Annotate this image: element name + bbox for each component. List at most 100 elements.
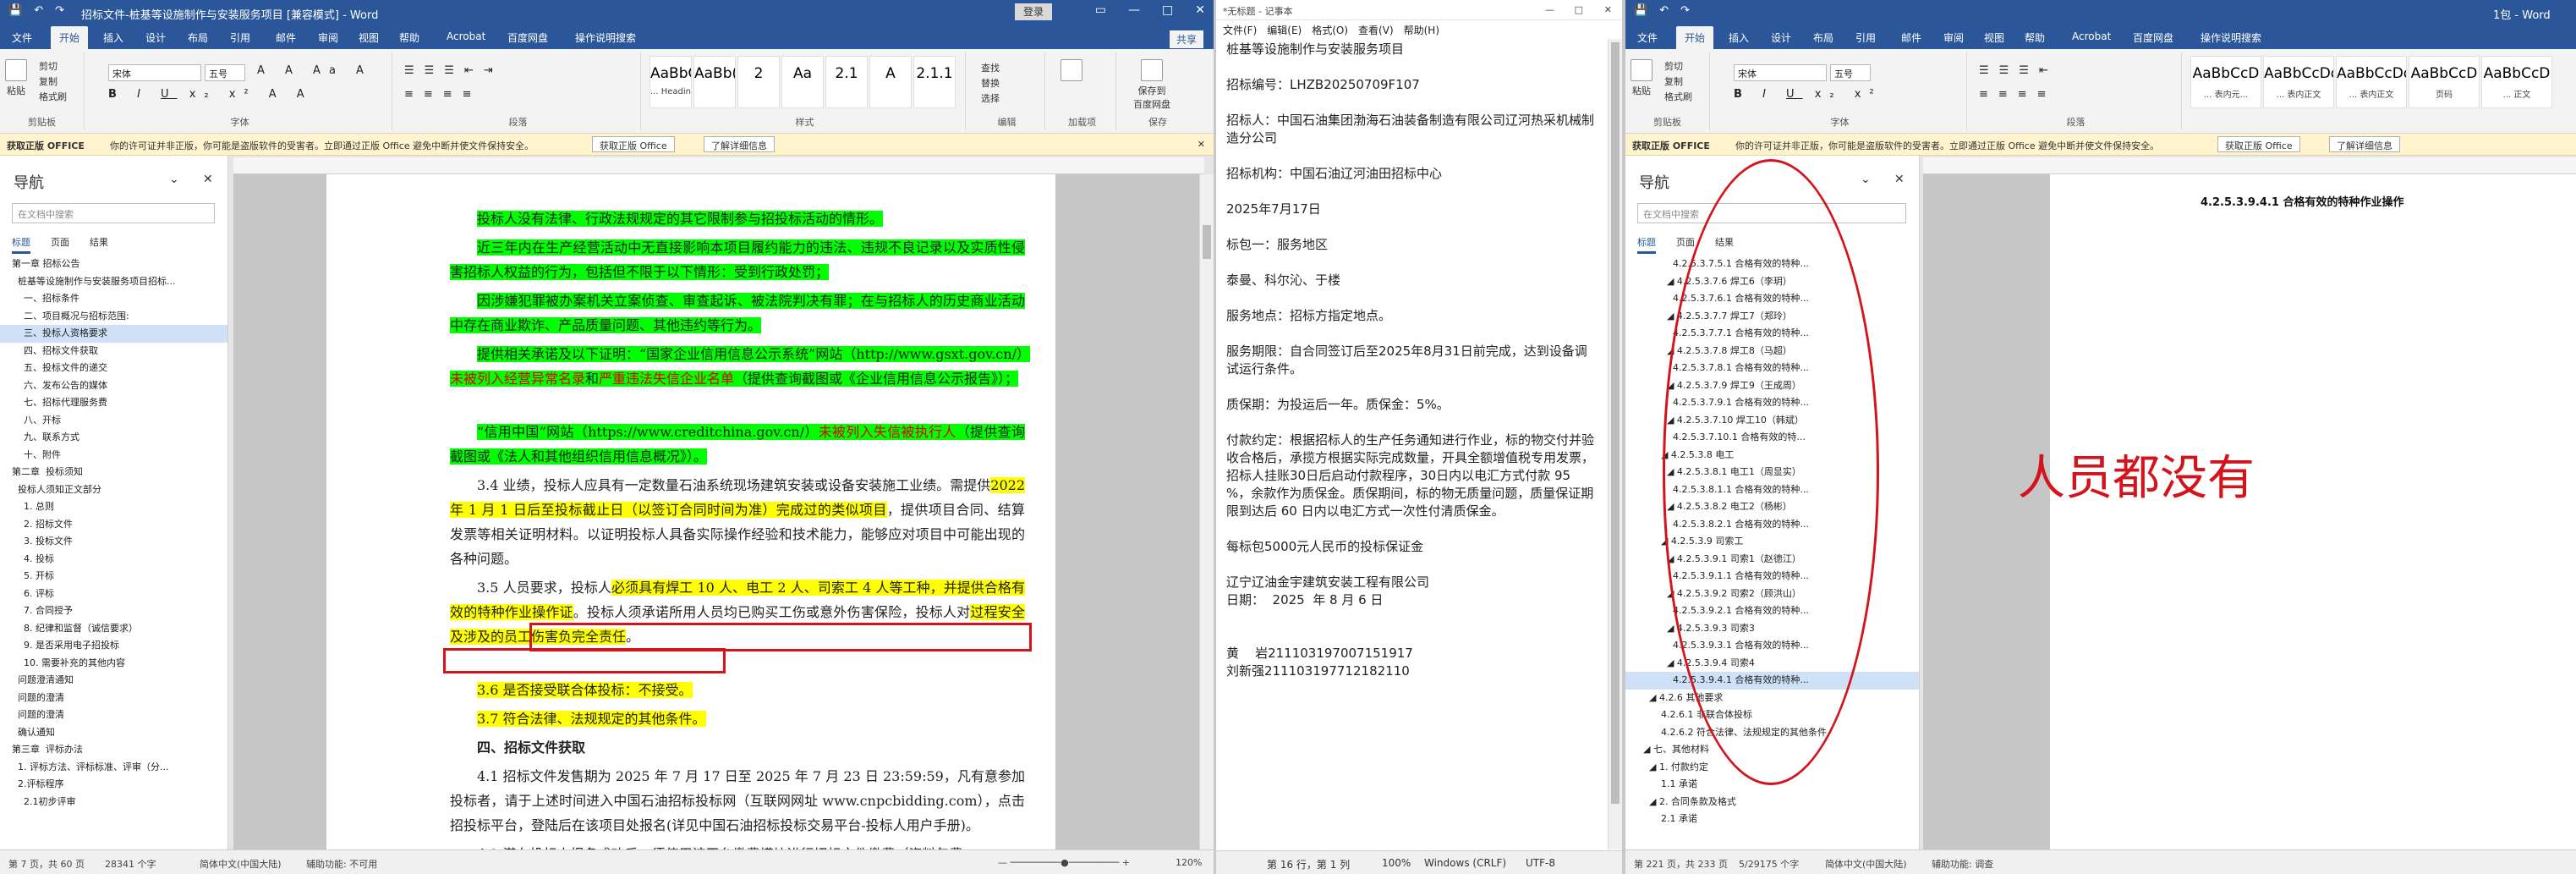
nav-item[interactable]: 第三章 评标办法 (0, 741, 227, 759)
nav-tab-0[interactable]: 标题 (12, 235, 30, 254)
cut-button[interactable]: 剪切 (1664, 59, 1683, 73)
tab-2[interactable]: 插入 (103, 30, 123, 45)
nav-search-input[interactable]: 在文档中搜索 (12, 203, 215, 223)
nav-item[interactable]: 2. 招标文件 (0, 516, 227, 534)
tab-3[interactable]: 设计 (1771, 30, 1791, 45)
tab-9[interactable]: 帮助 (399, 30, 419, 45)
nav-item[interactable]: 一、招标条件 (0, 290, 227, 308)
nav-item[interactable]: 5. 开标 (0, 568, 227, 585)
nav-item[interactable]: 十、附件 (0, 447, 227, 464)
list-buttons[interactable]: ☰☰☰⇤ (1979, 64, 2058, 77)
save-to-baidu-button[interactable]: 保存到 百度网盘 (1133, 59, 1170, 111)
get-genuine-office-button[interactable]: 获取正版 Office (2217, 136, 2300, 152)
nav-item[interactable]: 2.1 承诺 (1625, 811, 1919, 828)
menu-item[interactable]: 查看(V) (1358, 23, 1394, 36)
select-button[interactable]: 选择 (981, 91, 1000, 105)
get-genuine-office-button[interactable]: 获取正版 Office (592, 136, 675, 152)
nav-item[interactable]: 问题的澄清 (0, 706, 227, 724)
nav-item[interactable]: 二、项目概况与招标范围: (0, 308, 227, 326)
maximize-icon[interactable]: □ (1575, 4, 1583, 15)
nav-item[interactable]: 问题澄清通知 (0, 672, 227, 690)
tab-8[interactable]: 视图 (359, 30, 379, 45)
nav-item[interactable]: 2.1初步评审 (0, 794, 227, 811)
nav-tab-1[interactable]: 页面 (1676, 235, 1695, 254)
redo-icon[interactable]: ↷ (1680, 4, 1690, 17)
nav-item[interactable]: 六、发布公告的媒体 (0, 377, 227, 395)
vertical-scrollbar[interactable] (1199, 174, 1214, 849)
font-style-buttons[interactable]: B I U x₂ x² (1734, 88, 1883, 101)
nav-item[interactable]: 7. 合同授予 (0, 602, 227, 620)
learn-more-button[interactable]: 了解详细信息 (2329, 136, 2400, 152)
font-name-combo[interactable]: 宋体 (108, 64, 201, 81)
nav-tab-1[interactable]: 页面 (51, 235, 69, 254)
nav-tab-0[interactable]: 标题 (1637, 235, 1656, 254)
close-icon[interactable]: ✕ (1195, 3, 1205, 17)
style-1[interactable]: AaBbCcDdl ... 表内正文 (2263, 56, 2334, 108)
tab-3[interactable]: 设计 (145, 30, 166, 45)
paste-button[interactable]: 粘贴 (5, 59, 27, 97)
align-buttons[interactable]: ≡≡≡≡ (404, 88, 482, 101)
tab-0[interactable]: 文件 (12, 30, 32, 45)
replace-button[interactable]: 替换 (981, 76, 1000, 90)
nav-item[interactable]: ◢ 2. 合同条款及格式 (1625, 794, 1919, 811)
login-button[interactable]: 登录 (1015, 3, 1053, 20)
style-0[interactable]: AaBbCcD ... 表内元... (2190, 56, 2261, 108)
tab-5[interactable]: 引用 (1855, 30, 1876, 45)
maximize-icon[interactable]: □ (1162, 3, 1173, 17)
nav-item[interactable]: 三、投标人资格要求 (0, 325, 227, 343)
nav-item[interactable]: 问题的澄清 (0, 690, 227, 707)
tab-9[interactable]: 帮助 (2025, 30, 2045, 45)
menu-item[interactable]: 帮助(H) (1404, 23, 1439, 36)
save-icon[interactable]: 💾 (8, 4, 22, 17)
horizontal-ruler[interactable] (1923, 157, 2576, 174)
nav-item[interactable]: 八、开标 (0, 412, 227, 430)
list-buttons[interactable]: ☰☰☰⇤⇥ (404, 64, 503, 77)
nav-item[interactable]: 四、招标文件获取 (0, 343, 227, 360)
paste-button[interactable]: 粘贴 (1631, 59, 1652, 97)
font-name-combo[interactable]: 宋体 (1734, 64, 1827, 81)
addins-button[interactable] (1061, 59, 1082, 84)
copy-button[interactable]: 复制 (1664, 74, 1683, 88)
nav-close-icon[interactable]: ✕ (203, 173, 213, 186)
close-warning-icon[interactable]: ✕ (1198, 139, 1205, 150)
find-button[interactable]: 查找 (981, 61, 1000, 74)
menu-item[interactable]: 格式(O) (1312, 23, 1348, 36)
undo-icon[interactable]: ↶ (34, 4, 43, 17)
minimize-icon[interactable]: — (1545, 4, 1554, 15)
nav-item[interactable]: 1. 总则 (0, 498, 227, 516)
nav-item[interactable]: 3. 投标文件 (0, 533, 227, 551)
tab-1[interactable]: 开始 (51, 26, 89, 49)
nav-item[interactable]: 4. 投标 (0, 551, 227, 569)
save-icon[interactable]: 💾 (1634, 4, 1647, 17)
tab-6[interactable]: 邮件 (1901, 30, 1921, 45)
nav-item[interactable]: 第一章 招标公告 (0, 256, 227, 273)
nav-item[interactable]: 桩基等设施制作与安装服务项目招标... (0, 273, 227, 291)
ribbon-display-icon[interactable]: ▭ (1095, 3, 1106, 17)
tab-6[interactable]: 邮件 (276, 30, 296, 45)
nav-close-icon[interactable]: ✕ (1894, 173, 1905, 186)
tab-12[interactable]: 操作说明搜索 (575, 30, 636, 45)
style-4[interactable]: AaBbCcD ... 正文 (2481, 56, 2552, 108)
nav-item[interactable]: 确认通知 (0, 724, 227, 742)
nav-item[interactable]: 2.评标程序 (0, 776, 227, 794)
style-4[interactable]: 2.1 (825, 56, 868, 108)
style-1[interactable]: AaBb( (693, 56, 736, 108)
copy-button[interactable]: 复制 (39, 74, 58, 88)
tab-1[interactable]: 开始 (1676, 26, 1714, 49)
tab-10[interactable]: Acrobat (447, 30, 485, 42)
nav-item[interactable]: 1. 评标方法、评标标准、评审（分... (0, 759, 227, 777)
style-2[interactable]: AaBbCcDdl ... 表内正文 (2336, 56, 2407, 108)
tab-4[interactable]: 布局 (188, 30, 208, 45)
nav-options-icon[interactable]: ⌄ (169, 173, 179, 186)
zoom-slider[interactable]: — ─────────●───────── + (998, 857, 1130, 868)
font-size-buttons[interactable]: A A Aa A (257, 64, 372, 77)
undo-icon[interactable]: ↶ (1659, 4, 1669, 17)
vertical-scrollbar[interactable] (1608, 39, 1622, 849)
format-painter-button[interactable]: 格式刷 (39, 90, 67, 103)
nav-options-icon[interactable]: ⌄ (1861, 173, 1871, 186)
nav-item[interactable]: 七、招标代理服务费 (0, 394, 227, 412)
style-0[interactable]: AaBbCcI ... Headin... (649, 56, 692, 108)
tab-0[interactable]: 文件 (1637, 30, 1658, 45)
share-button[interactable]: 共享 (1169, 30, 1203, 48)
style-2[interactable]: 2 (737, 56, 780, 108)
